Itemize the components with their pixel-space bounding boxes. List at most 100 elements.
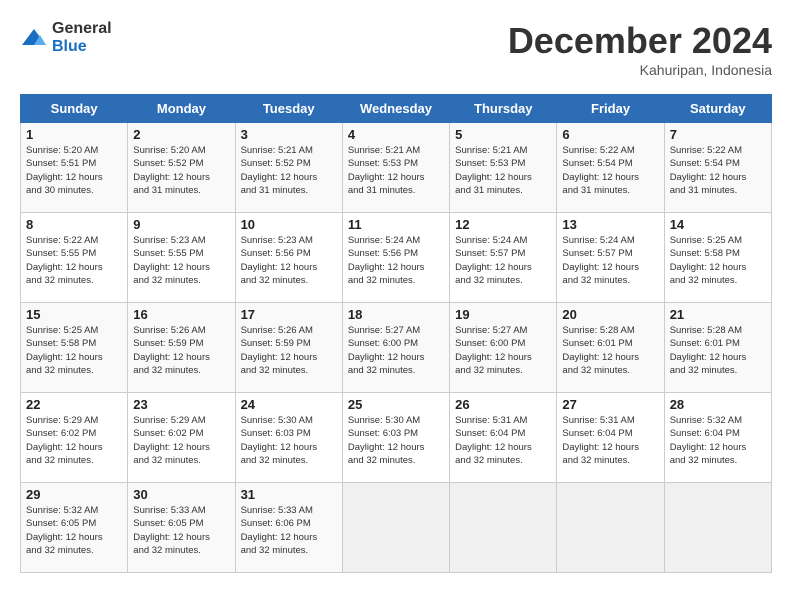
day-info: Sunrise: 5:20 AM Sunset: 5:52 PM Dayligh… [133,144,229,197]
day-number: 30 [133,487,229,502]
day-number: 21 [670,307,766,322]
day-info: Sunrise: 5:33 AM Sunset: 6:05 PM Dayligh… [133,504,229,557]
day-number: 24 [241,397,337,412]
calendar-day-cell: 5 Sunrise: 5:21 AM Sunset: 5:53 PM Daylig… [450,123,557,213]
calendar-day-cell: 21 Sunrise: 5:28 AM Sunset: 6:01 PM Dayli… [664,303,771,393]
day-number: 6 [562,127,658,142]
calendar-day-cell: 13Sunrise: 5:24 AM Sunset: 5:57 PM Dayli… [557,213,664,303]
month-title: December 2024 [508,20,772,62]
day-info: Sunrise: 5:26 AM Sunset: 5:59 PM Dayligh… [241,324,337,377]
day-number: 23 [133,397,229,412]
calendar-week-row: 15 Sunrise: 5:25 AM Sunset: 5:58 PM Dayli… [21,303,772,393]
calendar-day-cell: 1 Sunrise: 5:20 AM Sunset: 5:51 PM Daylig… [21,123,128,213]
calendar-day-cell: 14 Sunrise: 5:25 AM Sunset: 5:58 PM Dayli… [664,213,771,303]
calendar-day-cell: 26 Sunrise: 5:31 AM Sunset: 6:04 PM Dayli… [450,393,557,483]
logo-blue-text: Blue [52,38,87,55]
calendar-day-cell: 23 Sunrise: 5:29 AM Sunset: 6:02 PM Dayli… [128,393,235,483]
day-number: 2 [133,127,229,142]
calendar-week-row: 1 Sunrise: 5:20 AM Sunset: 5:51 PM Daylig… [21,123,772,213]
day-info: Sunrise: 5:30 AM Sunset: 6:03 PM Dayligh… [241,414,337,467]
day-number: 31 [241,487,337,502]
calendar-day-cell: 7 Sunrise: 5:22 AM Sunset: 5:54 PM Daylig… [664,123,771,213]
day-info: Sunrise: 5:21 AM Sunset: 5:52 PM Dayligh… [241,144,337,197]
calendar-day-cell: 25 Sunrise: 5:30 AM Sunset: 6:03 PM Dayli… [342,393,449,483]
day-info: Sunrise: 5:25 AM Sunset: 5:58 PM Dayligh… [670,234,766,287]
day-number: 12 [455,217,551,232]
calendar-table: Sunday Monday Tuesday Wednesday Thursday… [20,94,772,573]
day-info: Sunrise: 5:29 AM Sunset: 6:02 PM Dayligh… [133,414,229,467]
col-wednesday: Wednesday [342,95,449,123]
day-number: 27 [562,397,658,412]
col-tuesday: Tuesday [235,95,342,123]
col-monday: Monday [128,95,235,123]
logo-icon [20,27,48,49]
calendar-day-cell: 31 Sunrise: 5:33 AM Sunset: 6:06 PM Dayli… [235,483,342,573]
calendar-day-cell [342,483,449,573]
day-info: Sunrise: 5:22 AM Sunset: 5:54 PM Dayligh… [562,144,658,197]
day-info: Sunrise: 5:28 AM Sunset: 6:01 PM Dayligh… [562,324,658,377]
day-number: 10 [241,217,337,232]
day-info: Sunrise: 5:28 AM Sunset: 6:01 PM Dayligh… [670,324,766,377]
day-info: Sunrise: 5:24 AM Sunset: 5:56 PM Dayligh… [348,234,444,287]
day-info: Sunrise: 5:24 AM Sunset: 5:57 PM Dayligh… [562,234,658,287]
day-info: Sunrise: 5:22 AM Sunset: 5:55 PM Dayligh… [26,234,122,287]
day-number: 3 [241,127,337,142]
location: Kahuripan, Indonesia [508,62,772,78]
calendar-day-cell [664,483,771,573]
calendar-week-row: 8 Sunrise: 5:22 AM Sunset: 5:55 PM Daylig… [21,213,772,303]
day-number: 20 [562,307,658,322]
day-number: 28 [670,397,766,412]
calendar-day-cell: 24 Sunrise: 5:30 AM Sunset: 6:03 PM Dayli… [235,393,342,483]
day-info: Sunrise: 5:32 AM Sunset: 6:05 PM Dayligh… [26,504,122,557]
day-number: 4 [348,127,444,142]
col-saturday: Saturday [664,95,771,123]
col-thursday: Thursday [450,95,557,123]
calendar-day-cell: 3 Sunrise: 5:21 AM Sunset: 5:52 PM Daylig… [235,123,342,213]
day-number: 22 [26,397,122,412]
day-info: Sunrise: 5:31 AM Sunset: 6:04 PM Dayligh… [455,414,551,467]
day-number: 1 [26,127,122,142]
day-number: 14 [670,217,766,232]
day-number: 25 [348,397,444,412]
day-info: Sunrise: 5:25 AM Sunset: 5:58 PM Dayligh… [26,324,122,377]
calendar-day-cell [557,483,664,573]
logo-general-text: General [52,20,112,37]
calendar-week-row: 29Sunrise: 5:32 AM Sunset: 6:05 PM Dayli… [21,483,772,573]
day-number: 8 [26,217,122,232]
calendar-day-cell: 6 Sunrise: 5:22 AM Sunset: 5:54 PM Daylig… [557,123,664,213]
calendar-day-cell: 18Sunrise: 5:27 AM Sunset: 6:00 PM Dayli… [342,303,449,393]
calendar-day-cell: 22 Sunrise: 5:29 AM Sunset: 6:02 PM Dayli… [21,393,128,483]
calendar-day-cell: 20 Sunrise: 5:28 AM Sunset: 6:01 PM Dayli… [557,303,664,393]
calendar-day-cell: 17 Sunrise: 5:26 AM Sunset: 5:59 PM Dayli… [235,303,342,393]
calendar-day-cell: 27 Sunrise: 5:31 AM Sunset: 6:04 PM Dayli… [557,393,664,483]
day-number: 16 [133,307,229,322]
day-info: Sunrise: 5:33 AM Sunset: 6:06 PM Dayligh… [241,504,337,557]
day-info: Sunrise: 5:31 AM Sunset: 6:04 PM Dayligh… [562,414,658,467]
day-number: 26 [455,397,551,412]
calendar-day-cell: 10Sunrise: 5:23 AM Sunset: 5:56 PM Dayli… [235,213,342,303]
day-number: 17 [241,307,337,322]
day-number: 9 [133,217,229,232]
col-friday: Friday [557,95,664,123]
calendar-day-cell: 9Sunrise: 5:23 AM Sunset: 5:55 PM Daylig… [128,213,235,303]
day-info: Sunrise: 5:29 AM Sunset: 6:02 PM Dayligh… [26,414,122,467]
day-info: Sunrise: 5:30 AM Sunset: 6:03 PM Dayligh… [348,414,444,467]
day-info: Sunrise: 5:20 AM Sunset: 5:51 PM Dayligh… [26,144,122,197]
col-sunday: Sunday [21,95,128,123]
day-info: Sunrise: 5:21 AM Sunset: 5:53 PM Dayligh… [348,144,444,197]
day-number: 5 [455,127,551,142]
calendar-day-cell: 12 Sunrise: 5:24 AM Sunset: 5:57 PM Dayli… [450,213,557,303]
day-info: Sunrise: 5:21 AM Sunset: 5:53 PM Dayligh… [455,144,551,197]
day-number: 7 [670,127,766,142]
calendar-day-cell: 4 Sunrise: 5:21 AM Sunset: 5:53 PM Daylig… [342,123,449,213]
day-info: Sunrise: 5:27 AM Sunset: 6:00 PM Dayligh… [455,324,551,377]
day-info: Sunrise: 5:22 AM Sunset: 5:54 PM Dayligh… [670,144,766,197]
calendar-day-cell: 29Sunrise: 5:32 AM Sunset: 6:05 PM Dayli… [21,483,128,573]
day-number: 15 [26,307,122,322]
day-info: Sunrise: 5:24 AM Sunset: 5:57 PM Dayligh… [455,234,551,287]
day-info: Sunrise: 5:32 AM Sunset: 6:04 PM Dayligh… [670,414,766,467]
day-number: 19 [455,307,551,322]
calendar-day-cell: 16Sunrise: 5:26 AM Sunset: 5:59 PM Dayli… [128,303,235,393]
calendar-day-cell: 15 Sunrise: 5:25 AM Sunset: 5:58 PM Dayli… [21,303,128,393]
calendar-day-cell: 11Sunrise: 5:24 AM Sunset: 5:56 PM Dayli… [342,213,449,303]
